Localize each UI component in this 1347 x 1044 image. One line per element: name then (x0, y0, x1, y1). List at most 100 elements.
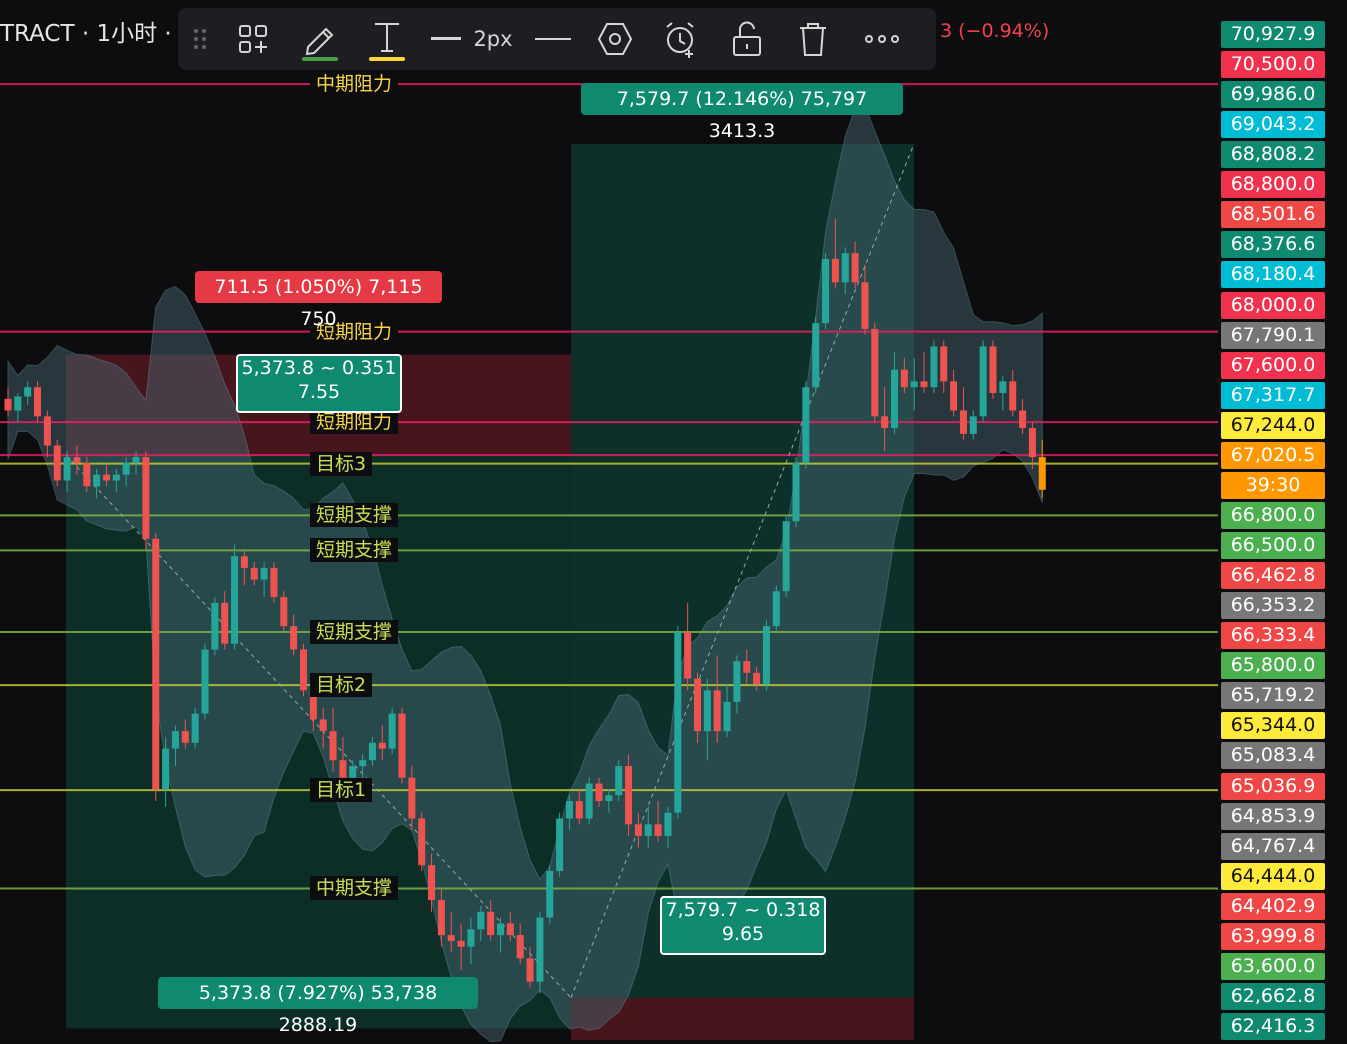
candle-61 (605, 795, 613, 802)
hline-label-8: 目标2 (310, 673, 373, 698)
long-position-measure: 7,579.7 (12.146%) 75,797 3413.3 (581, 83, 903, 142)
candle-86 (851, 253, 859, 283)
candle-42 (418, 818, 426, 866)
candle-1 (14, 396, 22, 411)
right-range-box[interactable]: 7,579.7 ~ 0.318 9.65 (660, 896, 826, 955)
candle-43 (428, 865, 436, 901)
price-axis-label-26: 64,853.9 (1221, 802, 1325, 830)
candle-16 (162, 748, 170, 790)
left-bottom-measure: 5,373.8 (7.927%) 53,738 2888.19 (158, 977, 478, 1036)
candle-90 (891, 369, 898, 428)
price-axis-label-7: 68,376.6 (1221, 231, 1325, 259)
price-change: 3 (−0.94%) (940, 20, 1050, 42)
settings-hexagon-icon[interactable] (582, 8, 648, 70)
candle-15 (152, 538, 160, 790)
candle-21 (211, 602, 219, 650)
candle-50 (497, 923, 504, 936)
candle-104 (1028, 428, 1036, 458)
candle-60 (595, 783, 603, 802)
price-axis-label-10: 67,790.1 (1221, 321, 1325, 349)
candle-92 (910, 381, 918, 388)
price-axis-label-19: 66,353.2 (1221, 592, 1325, 620)
price-axis-label-4: 68,808.2 (1221, 141, 1325, 169)
unlock-icon[interactable] (714, 8, 780, 70)
candle-64 (634, 824, 642, 836)
candle-28 (280, 597, 288, 627)
drag-handle-icon[interactable] (178, 8, 222, 70)
left-range-line2: 7.55 (297, 381, 341, 403)
candle-85 (841, 253, 849, 283)
candle-3 (34, 387, 42, 417)
more-icon[interactable] (846, 8, 918, 70)
pencil-icon[interactable] (284, 8, 356, 70)
candle-12 (122, 462, 130, 475)
candle-72 (713, 690, 721, 732)
candle-2 (24, 387, 32, 397)
price-axis-label-31: 63,600.0 (1221, 952, 1325, 980)
price-axis-label-17: 66,500.0 (1221, 532, 1325, 560)
candle-94 (930, 346, 938, 388)
line-style-icon[interactable] (524, 8, 582, 70)
candle-82 (812, 323, 820, 388)
alarm-add-icon[interactable] (648, 8, 714, 70)
trash-icon[interactable] (780, 8, 846, 70)
price-axis-label-25: 65,036.9 (1221, 772, 1325, 800)
candle-49 (487, 911, 495, 936)
price-axis-label-9: 68,000.0 (1221, 291, 1325, 319)
candle-83 (822, 258, 830, 324)
price-axis-label-15: 39:30 (1221, 471, 1325, 499)
candle-74 (733, 661, 741, 702)
price-axis-label-32: 62,662.8 (1221, 982, 1325, 1010)
candle-101 (999, 381, 1007, 394)
candle-63 (625, 766, 633, 825)
candle-40 (398, 713, 406, 778)
candle-39 (388, 713, 396, 749)
candle-70 (694, 678, 701, 732)
price-axis-label-11: 67,600.0 (1221, 351, 1325, 379)
price-axis-label-23: 65,344.0 (1221, 712, 1325, 740)
candle-100 (989, 346, 997, 394)
candle-88 (871, 328, 879, 417)
price-chart[interactable] (0, 0, 1347, 1044)
candle-58 (575, 801, 583, 819)
line-width-icon[interactable]: 2px (418, 8, 524, 70)
candle-36 (359, 760, 367, 767)
candle-46 (457, 940, 465, 947)
price-axis-label-1: 70,500.0 (1221, 51, 1325, 79)
price-axis-label-13: 67,244.0 (1221, 411, 1325, 439)
price-axis-label-6: 68,501.6 (1221, 201, 1325, 229)
candle-33 (329, 731, 337, 761)
candle-32 (319, 719, 327, 732)
candle-20 (201, 649, 209, 714)
price-axis-label-8: 68,180.4 (1221, 261, 1325, 289)
candle-37 (368, 742, 376, 761)
price-axis-label-21: 65,800.0 (1221, 652, 1325, 680)
candle-105 (1038, 457, 1046, 490)
candle-54 (536, 917, 544, 982)
candle-55 (546, 870, 554, 918)
candle-7 (73, 457, 81, 463)
candle-14 (142, 457, 150, 539)
candle-45 (447, 935, 455, 941)
candle-52 (516, 935, 524, 959)
candle-17 (171, 731, 179, 749)
left-range-box[interactable]: 5,373.8 ~ 0.351 7.55 (236, 354, 402, 413)
price-axis-label-12: 67,317.7 (1221, 381, 1325, 409)
candle-4 (43, 416, 51, 446)
candle-47 (467, 929, 475, 947)
candle-10 (103, 474, 110, 481)
add-widget-icon[interactable] (222, 8, 284, 70)
candle-99 (979, 346, 987, 417)
right-range-line2: 9.65 (721, 923, 765, 945)
hline-label-4: 目标3 (310, 451, 373, 476)
price-axis-label-16: 66,800.0 (1221, 501, 1325, 529)
candle-77 (762, 626, 770, 685)
candle-75 (743, 661, 751, 673)
right-range-line1: 7,579.7 ~ 0.318 (665, 899, 821, 921)
candle-9 (93, 474, 101, 487)
candle-87 (861, 282, 869, 329)
hline-label-9: 目标1 (310, 778, 373, 803)
text-tool-icon[interactable] (356, 8, 418, 70)
line-width-label: 2px (473, 27, 513, 51)
price-axis-label-20: 66,333.4 (1221, 622, 1325, 650)
